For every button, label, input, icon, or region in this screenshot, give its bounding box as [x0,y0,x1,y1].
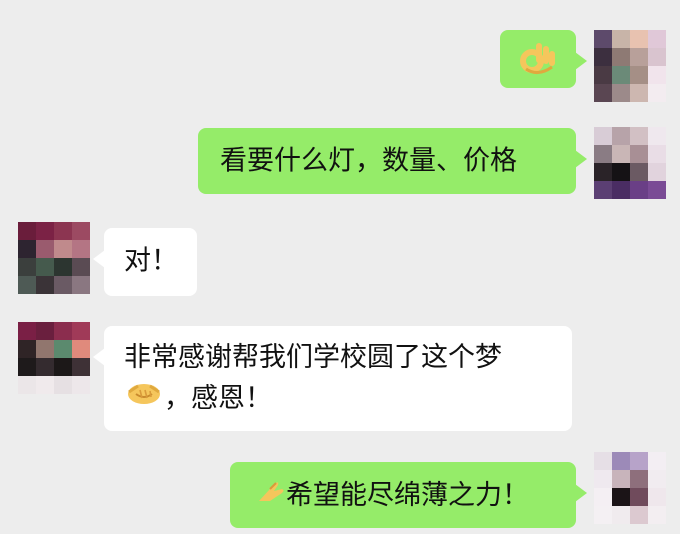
message-bubble-3[interactable]: 对！ [93,228,197,296]
message-bubble-1[interactable] [500,30,587,91]
my-avatar[interactable] [594,452,666,524]
message-bubble-4[interactable]: 非常感谢帮我们学校圆了这个梦 ，感恩！ [93,326,572,431]
message-bubble-2[interactable]: 看要什么灯，数量、价格 [198,128,587,194]
message-bubble-5[interactable]: 希望能尽绵薄之力！ [230,462,587,528]
pinching-hand-icon [256,475,286,517]
message-text-line-2: ，感恩！ [124,378,572,420]
ok-hand-icon [518,39,558,91]
my-avatar[interactable] [594,30,666,102]
message-text-line-1: 非常感谢帮我们学校圆了这个梦 [124,342,502,373]
message-text: 希望能尽绵薄之力！ [286,480,529,511]
contact-avatar[interactable] [18,322,90,394]
contact-avatar[interactable] [18,222,90,294]
chat-window: 看要什么灯，数量、价格 对！ 非常感谢帮我们学校圆了这个梦 ，感恩！ 希望能尽绵… [0,0,680,534]
my-avatar[interactable] [594,127,666,199]
message-text: 看要什么灯，数量、价格 [220,145,517,177]
handshake-icon [124,378,164,420]
message-text: 对！ [124,245,178,277]
